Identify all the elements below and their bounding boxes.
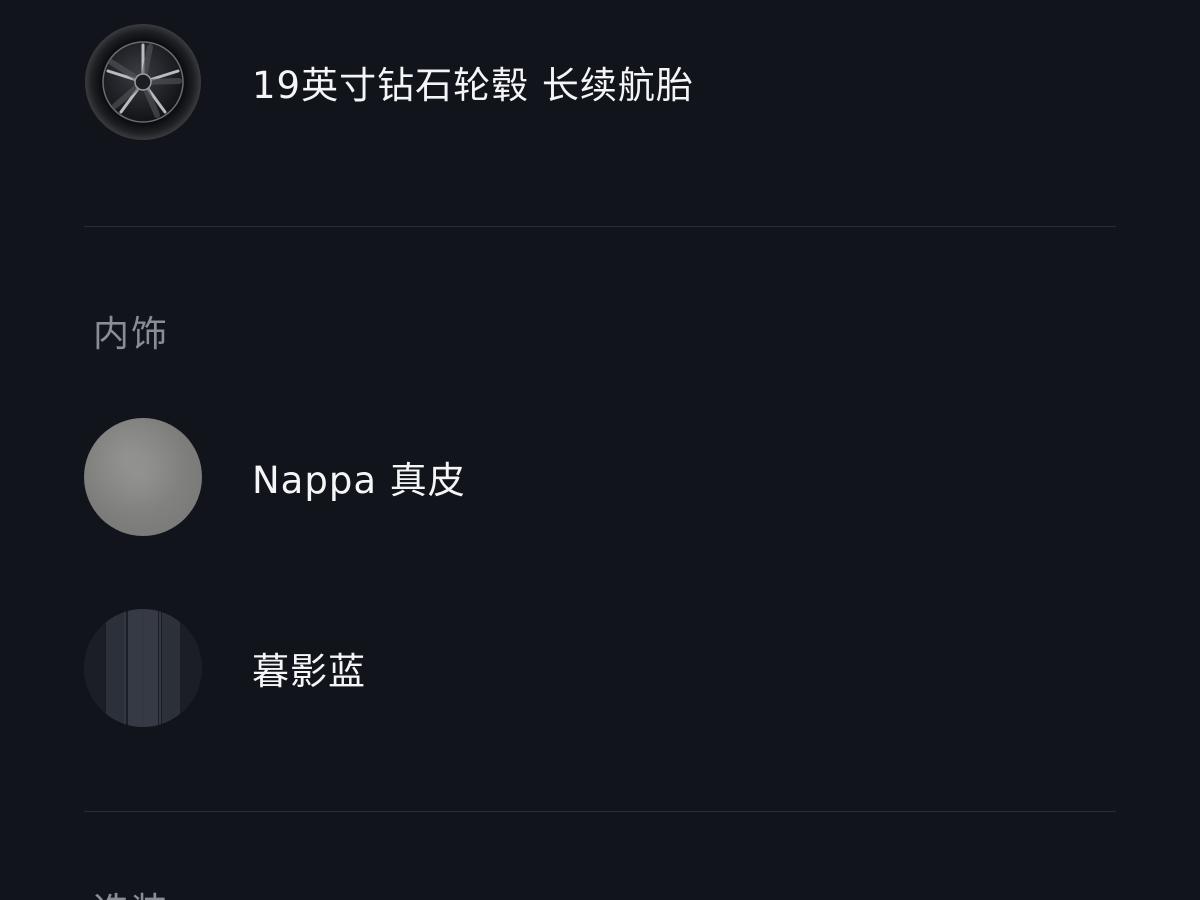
stripe-swatch-icon	[84, 609, 202, 727]
leather-swatch-icon	[84, 418, 202, 536]
divider	[84, 226, 1116, 227]
wheel-icon	[84, 23, 202, 141]
section-title-options: 选装	[93, 882, 169, 900]
interior-option-label: Nappa 真皮	[252, 459, 466, 502]
wheel-label: 19英寸钻石轮毂 长续航胎	[252, 64, 694, 107]
section-title-interior: 内饰	[93, 314, 170, 355]
interior-option-label: 暮影蓝	[252, 650, 366, 693]
divider	[84, 811, 1116, 812]
interior-option-nappa[interactable]: Nappa 真皮	[84, 418, 466, 536]
wheel-option[interactable]: 19英寸钻石轮毂 长续航胎	[84, 23, 694, 141]
interior-option-dusk-blue[interactable]: 暮影蓝	[84, 609, 366, 727]
